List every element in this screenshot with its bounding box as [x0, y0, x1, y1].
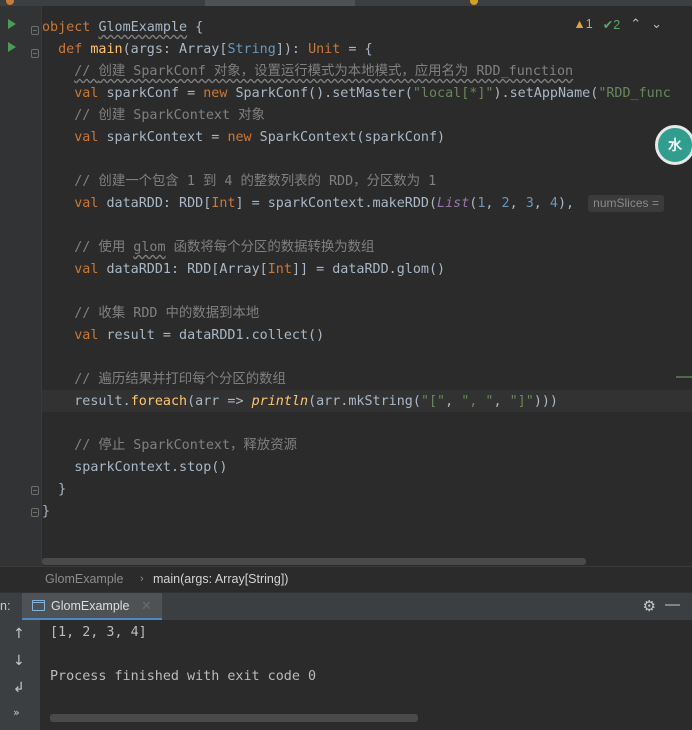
fold-icon[interactable]: [31, 49, 39, 58]
code-line[interactable]: // 创建 SparkContext 对象: [42, 105, 265, 127]
more-icon[interactable]: »: [13, 706, 20, 719]
code-line[interactable]: val sparkConf = new SparkConf().setMaste…: [42, 83, 671, 105]
scroll-marker: [676, 376, 692, 378]
chevron-up-icon[interactable]: ⌃: [630, 16, 641, 32]
parameter-hint: numSlices =: [588, 195, 664, 212]
minimize-icon[interactable]: —: [665, 596, 680, 613]
console-icon: [32, 600, 45, 611]
arrow-down-icon[interactable]: ↓: [13, 653, 25, 669]
fold-icon[interactable]: [31, 508, 39, 517]
breadcrumb-item-method[interactable]: main(args: Array[String]): [153, 567, 288, 592]
avatar-icon[interactable]: 水: [655, 125, 692, 165]
run-tab-label: GlomExample: [51, 599, 130, 613]
run-main-icon[interactable]: [8, 42, 16, 52]
editor-horizontal-scrollbar[interactable]: [42, 558, 586, 565]
console-horizontal-scrollbar[interactable]: [50, 714, 418, 722]
check-icon[interactable]: ✔2: [603, 17, 620, 32]
fold-icon[interactable]: [31, 26, 39, 35]
code-line[interactable]: // 收集 RDD 中的数据到本地: [42, 303, 259, 325]
gear-icon[interactable]: ⚙: [643, 597, 656, 615]
code-line[interactable]: // 创建 SparkConf 对象，设置运行模式为本地模式，应用名为 RDD_…: [42, 61, 573, 83]
run-tab-glomexample[interactable]: GlomExample ✕: [22, 593, 162, 621]
close-icon[interactable]: ✕: [141, 598, 152, 614]
arrow-up-icon[interactable]: ↑: [13, 626, 25, 642]
code-line[interactable]: sparkContext.stop(): [42, 457, 227, 479]
code-line[interactable]: }: [42, 501, 50, 523]
breadcrumb: GlomExample › main(args: Array[String]): [0, 566, 692, 592]
code-line[interactable]: // 遍历结果并打印每个分区的数组: [42, 369, 286, 391]
run-panel-label: n:: [0, 599, 11, 613]
file-tab-icon[interactable]: [6, 0, 14, 5]
editor-gutter: [0, 6, 42, 566]
warning-icon[interactable]: ▲1: [573, 17, 592, 31]
code-line[interactable]: }: [42, 479, 66, 501]
chevron-right-icon: ›: [140, 573, 144, 585]
breadcrumb-item-object[interactable]: GlomExample: [45, 567, 124, 592]
code-line[interactable]: val sparkContext = new SparkContext(spar…: [42, 127, 445, 149]
code-line[interactable]: val result = dataRDD1.collect(): [42, 325, 324, 347]
code-line[interactable]: object GlomExample {: [42, 17, 203, 39]
run-object-icon[interactable]: [8, 19, 16, 29]
code-editor[interactable]: ▲1 ✔2 ⌃ ⌄ object GlomExample { def main(…: [0, 6, 692, 566]
console-output-line: [1, 2, 3, 4]: [50, 625, 147, 640]
fold-icon[interactable]: [31, 486, 39, 495]
chevron-down-icon[interactable]: ⌄: [651, 16, 662, 32]
console-output-line: Process finished with exit code 0: [50, 669, 317, 684]
run-tool-window-header: n: GlomExample ✕ ⚙ —: [0, 592, 692, 621]
code-line[interactable]: // 停止 SparkContext，释放资源: [42, 435, 297, 457]
console-toolbar: ↑ ↓ ↲ »: [0, 620, 40, 730]
code-line[interactable]: val dataRDD1: RDD[Array[Int]] = dataRDD.…: [42, 259, 445, 281]
code-line[interactable]: def main(args: Array[String]): Unit = {: [42, 39, 372, 61]
file-tab-icon[interactable]: [470, 0, 478, 5]
code-line[interactable]: result.foreach(arr => println(arr.mkStri…: [42, 391, 558, 413]
run-console[interactable]: ↑ ↓ ↲ » [1, 2, 3, 4] Process finished wi…: [0, 620, 692, 730]
code-line[interactable]: val dataRDD: RDD[Int] = sparkContext.mak…: [42, 193, 664, 215]
soft-wrap-icon[interactable]: ↲: [13, 680, 25, 696]
code-line[interactable]: // 使用 glom 函数将每个分区的数据转换为数组: [42, 237, 374, 259]
inspection-widget[interactable]: ▲1 ✔2 ⌃ ⌄: [573, 16, 662, 32]
code-line[interactable]: // 创建一个包含 1 到 4 的整数列表的 RDD，分区数为 1: [42, 171, 436, 193]
